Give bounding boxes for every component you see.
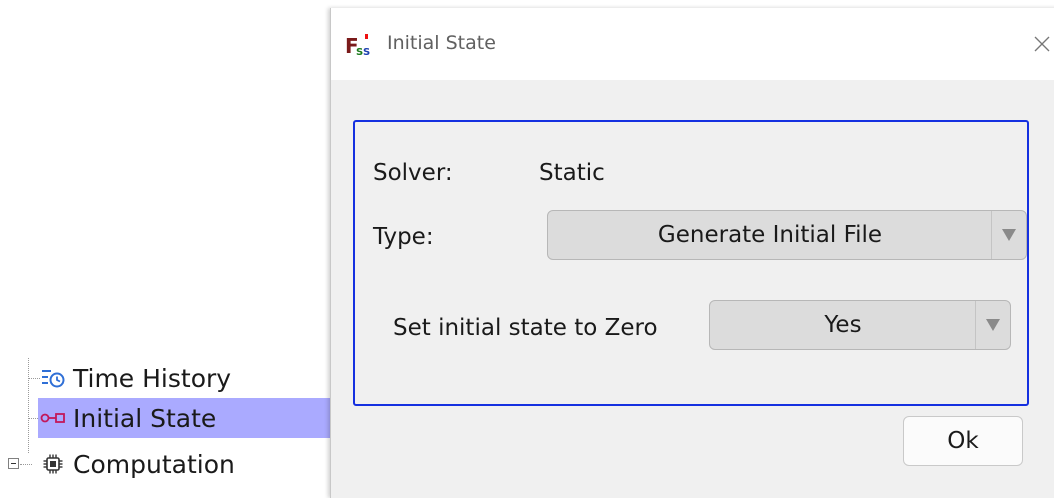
- tree-item-label: Initial State: [73, 403, 217, 433]
- dialog-title: Initial State: [387, 32, 496, 54]
- initial-state-icon: [40, 405, 66, 431]
- tree-connector: [20, 464, 32, 465]
- solver-value: Static: [539, 160, 605, 186]
- initial-state-dialog: F S S Initial State Solver: Static Type:…: [330, 8, 1054, 498]
- fss-logo-icon: F S S: [345, 32, 371, 58]
- svg-text:S: S: [363, 47, 370, 58]
- close-icon: [1034, 36, 1050, 52]
- initial-state-group: Solver: Static Type: Generate Initial Fi…: [353, 120, 1029, 406]
- zero-dropdown-value: Yes: [824, 312, 862, 338]
- zero-label: Set initial state to Zero: [393, 315, 658, 341]
- dialog-titlebar[interactable]: F S S Initial State: [331, 8, 1054, 81]
- tree-item-initial-state[interactable]: Initial State: [38, 398, 330, 438]
- type-dropdown-value: Generate Initial File: [657, 222, 883, 248]
- tree-item-time-history[interactable]: Time History: [40, 358, 231, 398]
- tree-item-label: Computation: [73, 449, 235, 479]
- zero-dropdown[interactable]: Yes: [709, 300, 1011, 350]
- type-label: Type:: [373, 224, 434, 250]
- tree-item-computation[interactable]: Computation: [40, 444, 235, 484]
- dropdown-arrow-icon[interactable]: [991, 211, 1026, 259]
- time-history-icon: [40, 365, 66, 391]
- ok-button[interactable]: Ok: [903, 416, 1023, 466]
- solver-label: Solver:: [373, 160, 453, 186]
- tree-connector: [28, 358, 29, 453]
- project-tree: Time History Initial State Computation: [0, 0, 330, 488]
- type-dropdown[interactable]: Generate Initial File: [547, 210, 1027, 260]
- tree-item-label: Time History: [73, 363, 232, 393]
- dropdown-arrow-icon[interactable]: [975, 301, 1010, 349]
- collapse-toggle[interactable]: [8, 458, 19, 469]
- chip-icon: [40, 451, 66, 477]
- tree-connector: [28, 378, 40, 379]
- close-button[interactable]: [1017, 26, 1054, 62]
